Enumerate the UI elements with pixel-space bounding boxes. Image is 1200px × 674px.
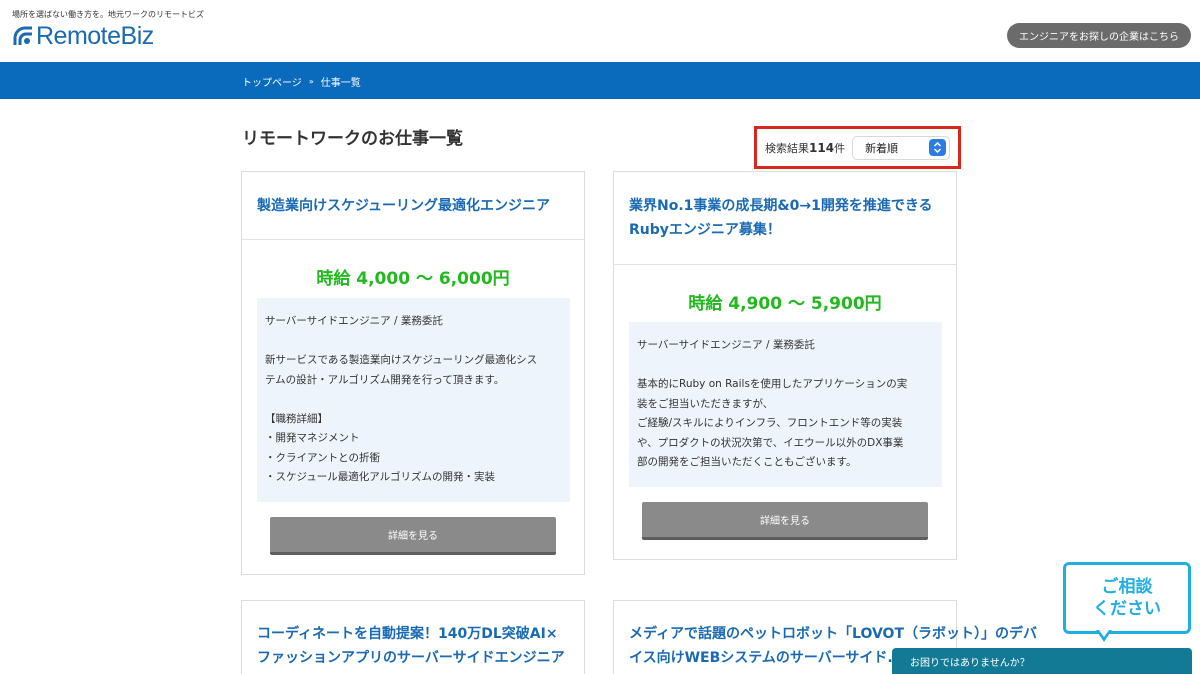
desc-line: 部の開発をご担当いただくこともございます。 xyxy=(637,456,857,468)
result-suffix: 件 xyxy=(834,141,846,155)
breadcrumb-current: 仕事一覧 xyxy=(320,78,361,89)
job-card: 業界No.1事業の成長期&0→1開発を推進できる Rubyエンジニア募集！ 時給… xyxy=(613,171,957,560)
job-card: コーディネートを自動提案！140万DL突破AI× ファッションアプリのサーバーサ… xyxy=(241,600,585,674)
page-title: リモートワークのお仕事一覧 xyxy=(242,129,463,149)
detail-button[interactable]: 詳細を見る xyxy=(642,502,928,540)
job-description: サーバーサイドエンジニア / 業務委託 基本的にRuby on Railsを使用… xyxy=(629,322,942,487)
result-prefix: 検索結果 xyxy=(765,141,809,155)
desc-line: ・開発マネジメント xyxy=(265,432,360,444)
chat-bubble-line: ください xyxy=(1093,599,1161,619)
desc-line xyxy=(265,332,562,352)
chat-bubble-line: ご相談 xyxy=(1101,577,1153,597)
search-result-sort-box: 検索結果114件 新着順 xyxy=(754,126,961,169)
desc-line: ・スケジュール最適化アルゴリズムの開発・実装 xyxy=(265,471,495,483)
desc-line: サーバーサイドエンジニア / 業務委託 xyxy=(637,339,815,351)
desc-line: ご経験/スキルによりインフラ、フロントエンド等の実装 xyxy=(637,417,903,429)
job-wage: 時給 4,900 〜 5,900円 xyxy=(688,294,882,314)
job-title-line: Rubyエンジニア募集！ xyxy=(629,222,781,238)
job-title[interactable]: 業界No.1事業の成長期&0→1開発を推進できる Rubyエンジニア募集！ xyxy=(614,194,948,242)
desc-line: サーバーサイドエンジニア / 業務委託 xyxy=(265,315,443,327)
select-arrows-icon xyxy=(929,139,947,156)
company-search-button[interactable]: エンジニアをお探しの企業はこちら xyxy=(1007,23,1191,48)
desc-line xyxy=(637,356,934,376)
breadcrumb: トップページ » 仕事一覧 xyxy=(242,74,361,89)
tagline: 場所を選ばない働き方を。地元ワークのリモートビズ xyxy=(12,10,204,19)
desc-line: や、プロダクトの状況次第で、イエウール以外のDX事業 xyxy=(637,436,904,449)
desc-line: 新サービスである製造業向けスケジューリング最適化シス xyxy=(265,354,538,366)
job-title-line: ファッションアプリのサーバーサイドエンジニア xyxy=(257,650,565,666)
desc-line: 基本的にRuby on Railsを使用したアプリケーションの実 xyxy=(637,378,908,390)
breadcrumb-home-link[interactable]: トップページ xyxy=(242,74,302,89)
sort-selected-value: 新着順 xyxy=(865,141,899,155)
chat-bubble-tail-inner xyxy=(1099,630,1109,637)
site-logo[interactable]: RemoteBiz xyxy=(12,22,154,50)
breadcrumb-bar: トップページ » 仕事一覧 xyxy=(0,62,1200,99)
desc-line: 【職務詳細】 xyxy=(265,412,328,425)
desc-line xyxy=(265,390,562,410)
job-title[interactable]: 製造業向けスケジューリング最適化エンジニア xyxy=(242,194,565,218)
result-count: 検索結果114件 xyxy=(765,140,845,156)
job-title-line: 製造業向けスケジューリング最適化エンジニア xyxy=(257,198,551,214)
sort-order-select[interactable]: 新着順 xyxy=(852,135,951,160)
logo-text-biz: Biz xyxy=(120,21,155,50)
result-count-number: 114 xyxy=(809,140,835,155)
desc-line: ・クライアントとの折衝 xyxy=(265,451,380,464)
job-title-line: コーディネートを自動提案！140万DL突破AI× xyxy=(257,626,558,642)
job-title-line: メディアで話題のペットロボット「LOVOT（ラボット）」のデバ xyxy=(629,626,1038,642)
chat-consult-bubble[interactable]: ご相談 ください xyxy=(1063,562,1191,634)
detail-button[interactable]: 詳細を見る xyxy=(270,517,556,555)
desc-line: 装をご担当いただきますが、 xyxy=(637,397,774,410)
job-wage: 時給 4,000 〜 6,000円 xyxy=(316,269,510,289)
job-title-line: 業界No.1事業の成長期&0→1開発を推進できる xyxy=(629,198,933,214)
wifi-logo-icon xyxy=(13,26,32,45)
job-card: 製造業向けスケジューリング最適化エンジニア 時給 4,000 〜 6,000円 … xyxy=(241,171,585,575)
job-title[interactable]: コーディネートを自動提案！140万DL突破AI× ファッションアプリのサーバーサ… xyxy=(242,622,580,670)
chat-help-bar[interactable]: お困りではありませんか？ xyxy=(892,648,1192,674)
logo-wordmark: RemoteBiz xyxy=(36,22,154,51)
job-description: サーバーサイドエンジニア / 業務委託 新サービスである製造業向けスケジューリン… xyxy=(257,298,570,502)
card-divider xyxy=(242,239,584,240)
desc-line: テムの設計・アルゴリズム開発を行って頂きます。 xyxy=(265,373,505,386)
breadcrumb-separator: » xyxy=(308,77,314,86)
card-divider xyxy=(614,264,956,265)
site-header: 場所を選ばない働き方を。地元ワークのリモートビズ RemoteBiz エンジニア… xyxy=(0,0,1200,62)
logo-text-remote: Remote xyxy=(36,21,121,50)
